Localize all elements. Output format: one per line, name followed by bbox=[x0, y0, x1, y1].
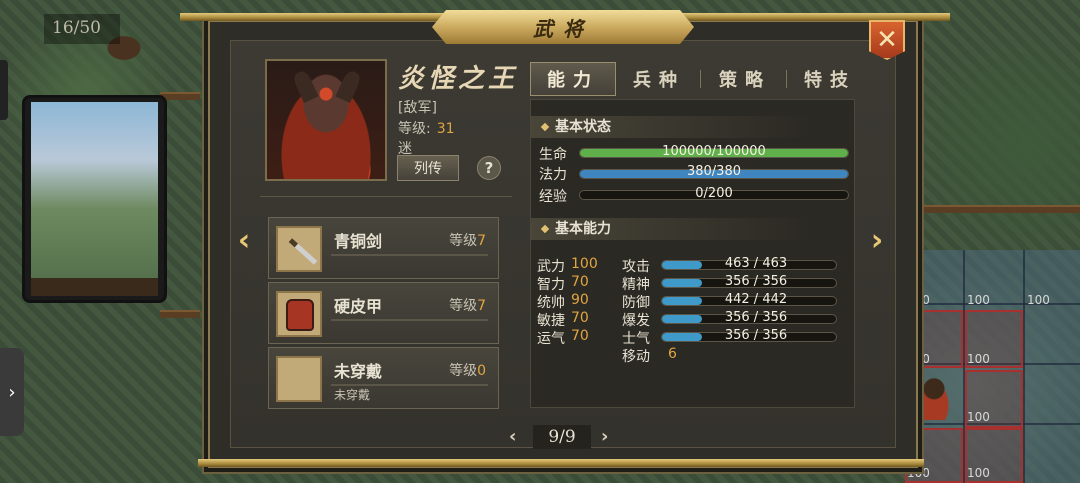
page-prev-button[interactable]: ‹ bbox=[509, 426, 516, 447]
section-divider bbox=[260, 196, 512, 197]
tab-ability[interactable]: 能力 bbox=[530, 62, 616, 96]
close-icon: ✕ bbox=[876, 25, 898, 55]
edge-handle bbox=[0, 60, 8, 120]
equipment-slot-armor[interactable]: 硬皮甲 等级7 bbox=[268, 282, 499, 344]
hp-label: 生命 bbox=[539, 147, 567, 163]
mp-value: 380/380 bbox=[686, 164, 741, 179]
combat-label: 攻击 bbox=[622, 259, 650, 275]
combat-bar-fill bbox=[662, 333, 702, 341]
combat-bar-fill bbox=[662, 279, 702, 287]
preview-screenshot bbox=[31, 102, 158, 296]
turn-counter: 16/50 bbox=[44, 14, 120, 44]
hero-name: 炎怪之王 bbox=[398, 64, 519, 94]
bottom-gold-border bbox=[198, 459, 924, 467]
combat-value: 463 / 463 bbox=[724, 256, 788, 271]
armor-icon bbox=[286, 299, 314, 331]
move-value: 6 bbox=[668, 346, 677, 362]
exp-value: 0/200 bbox=[695, 186, 733, 201]
equipment-name: 硬皮甲 bbox=[334, 297, 383, 316]
chevron-right-icon: › bbox=[8, 381, 16, 403]
biography-button[interactable]: 列传 bbox=[397, 155, 459, 181]
next-general-button[interactable]: › bbox=[866, 222, 888, 258]
grid-label: 100 bbox=[967, 410, 990, 424]
level-value: 31 bbox=[436, 121, 455, 137]
attr-value: 70 bbox=[571, 274, 589, 290]
equipment-level: 等级7 bbox=[449, 233, 486, 249]
combat-bar-fill bbox=[662, 297, 702, 305]
combat-value: 442 / 442 bbox=[724, 292, 788, 307]
attr-value: 70 bbox=[571, 328, 589, 344]
basic-status-header: 基本状态 bbox=[531, 116, 811, 138]
combat-label: 防御 bbox=[622, 295, 650, 311]
page-indicator: 9/9 bbox=[533, 425, 591, 449]
hp-value: 100000/100000 bbox=[662, 144, 766, 159]
hero-faction: [敌军] bbox=[398, 100, 437, 116]
exp-label: 经验 bbox=[539, 189, 567, 205]
combat-bar-fill bbox=[662, 261, 702, 269]
level-label: 等级: bbox=[398, 121, 431, 137]
attr-label: 敏捷 bbox=[537, 313, 565, 329]
stats-panel: 基本状态 生命 100000/100000 法力 380/380 经验 0/20… bbox=[530, 99, 855, 408]
grid-label: 100 bbox=[967, 466, 990, 480]
move-label: 移动 bbox=[622, 349, 650, 365]
floating-preview-window[interactable] bbox=[22, 95, 167, 303]
basic-abilities-header: 基本能力 bbox=[531, 218, 811, 240]
demon-portrait-art bbox=[267, 61, 385, 179]
mp-label: 法力 bbox=[539, 167, 567, 183]
equipment-divider bbox=[331, 319, 488, 321]
equipment-name: 未穿戴 bbox=[334, 362, 383, 381]
sword-icon bbox=[288, 238, 318, 265]
hero-level: 等级: 31 bbox=[398, 118, 455, 138]
equipment-name: 青铜剑 bbox=[334, 232, 383, 251]
attr-value: 90 bbox=[571, 292, 589, 308]
combat-label: 士气 bbox=[622, 331, 650, 347]
attr-value: 100 bbox=[571, 256, 598, 272]
tab-skills[interactable]: 特技 bbox=[787, 62, 873, 96]
attr-label: 统帅 bbox=[537, 295, 565, 311]
equipment-divider bbox=[331, 254, 488, 256]
window-title: 武将 bbox=[533, 16, 593, 41]
diamond-icon bbox=[540, 224, 550, 234]
equipment-icon-frame bbox=[276, 226, 322, 272]
combat-label: 爆发 bbox=[622, 313, 650, 329]
fence bbox=[905, 205, 1080, 213]
combat-value: 356 / 356 bbox=[724, 310, 788, 325]
combat-value: 356 / 356 bbox=[724, 328, 788, 343]
combat-bar-fill bbox=[662, 315, 702, 323]
hero-portrait bbox=[265, 59, 387, 181]
equipment-subtext: 未穿戴 bbox=[334, 388, 371, 402]
page-next-button[interactable]: › bbox=[601, 426, 608, 447]
attr-value: 70 bbox=[571, 310, 589, 326]
combat-label: 精神 bbox=[622, 277, 650, 293]
grid-label: 100 bbox=[1027, 293, 1050, 307]
equipment-level: 等级7 bbox=[449, 298, 486, 314]
attr-label: 智力 bbox=[537, 277, 565, 293]
equipment-level: 等级0 bbox=[449, 363, 486, 379]
attr-label: 武力 bbox=[537, 259, 565, 275]
tab-strategy[interactable]: 策略 bbox=[702, 62, 788, 96]
chevron-left-icon: ‹ bbox=[237, 222, 251, 258]
chevron-right-icon: › bbox=[870, 222, 884, 258]
fence bbox=[160, 310, 200, 318]
expand-sidebar-button[interactable]: › bbox=[0, 348, 24, 436]
grid-label: 100 bbox=[967, 352, 990, 366]
grid-label: 100 bbox=[967, 293, 990, 307]
prev-general-button[interactable]: ‹ bbox=[233, 222, 255, 258]
equipment-icon-frame bbox=[276, 291, 322, 337]
equipment-slot-accessory[interactable]: 未穿戴 等级0 未穿戴 bbox=[268, 347, 499, 409]
combat-value: 356 / 356 bbox=[724, 274, 788, 289]
tab-separator bbox=[700, 70, 701, 88]
enemy-unit-sprite[interactable] bbox=[912, 372, 956, 420]
equipment-slot-weapon[interactable]: 青铜剑 等级7 bbox=[268, 217, 499, 279]
attr-label: 运气 bbox=[537, 331, 565, 347]
window-title-plate: 武将 bbox=[432, 10, 694, 44]
diamond-icon bbox=[540, 122, 550, 132]
preview-bottom-bar bbox=[31, 278, 158, 296]
grid-label: 100 bbox=[907, 466, 930, 480]
tab-troops[interactable]: 兵种 bbox=[616, 62, 702, 96]
help-button[interactable]: ? bbox=[477, 156, 501, 180]
empty-slot-icon bbox=[276, 356, 322, 402]
